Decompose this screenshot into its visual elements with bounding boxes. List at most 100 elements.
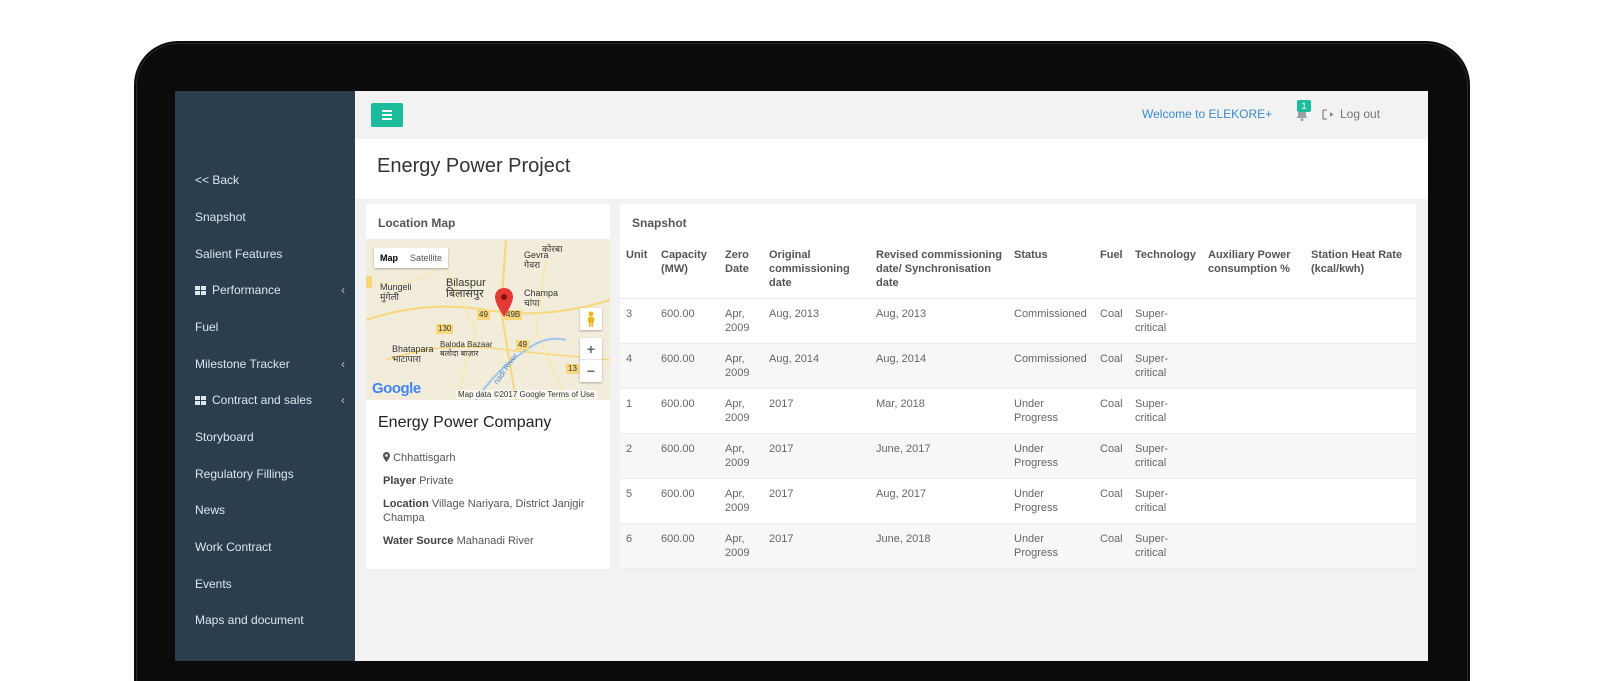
player-label: Player (383, 475, 417, 487)
sidebar-item-regulatory-fillings[interactable]: Regulatory Fillings (195, 467, 345, 481)
zoom-in-button[interactable]: + (580, 338, 602, 360)
table-cell: Aug, 2014 (870, 343, 1008, 389)
table-cell (1202, 433, 1305, 479)
zoom-out-button[interactable]: − (580, 360, 602, 382)
column-header: Status (1008, 240, 1094, 299)
table-cell: Super-critical (1129, 298, 1202, 344)
map-label-text: मुंगेली (380, 292, 399, 302)
company-name: Energy Power Company (378, 414, 552, 431)
table-cell: Coal (1094, 523, 1129, 569)
road-shield: 130 (436, 324, 454, 334)
table-cell: 4 (620, 343, 655, 389)
table-cell (1305, 433, 1416, 479)
sidebar: << Back Snapshot Salient Features Perfor… (175, 91, 355, 661)
welcome-link[interactable]: Welcome to ELEKORE+ (1142, 107, 1272, 121)
table-cell: Coal (1094, 433, 1129, 479)
dashboard-icon (195, 395, 206, 405)
table-cell (1305, 478, 1416, 524)
location-card-heading: Location Map (366, 204, 610, 240)
table-cell: 600.00 (655, 388, 719, 434)
hamburger-menu-button[interactable] (371, 103, 403, 127)
map-tab-map[interactable]: Map (374, 248, 404, 268)
table-cell: Coal (1094, 388, 1129, 434)
sidebar-item-maps-and-document[interactable]: Maps and document (195, 613, 345, 627)
map-marker-icon[interactable] (494, 288, 514, 318)
sidebar-item-performance[interactable]: Performance ‹ (195, 283, 345, 297)
map-label-text: Champa (524, 288, 559, 298)
table-row: 2 600.00 Apr, 2009 2017 June, 2017 Under… (620, 433, 1416, 479)
table-cell: Apr, 2009 (719, 388, 763, 434)
map-tab-satellite[interactable]: Satellite (404, 248, 448, 268)
location-map[interactable]: Gevra गेवरा कोरबा Mungeli मुंगेली Bilasp… (366, 240, 610, 400)
snapshot-card: Snapshot Unit Capacity (MW) Zero Date Or… (620, 204, 1416, 569)
table-cell: Apr, 2009 (719, 343, 763, 389)
table-cell: 6 (620, 523, 655, 569)
sidebar-item-snapshot[interactable]: Snapshot (195, 210, 345, 224)
sidebar-item-label: Snapshot (195, 210, 246, 224)
table-cell: Mar, 2018 (870, 388, 1008, 434)
sidebar-item-label: Salient Features (195, 247, 283, 261)
column-header: Zero Date (719, 240, 763, 299)
chevron-left-icon: ‹ (341, 283, 345, 297)
pegman-icon (588, 311, 594, 327)
sidebar-item-salient-features[interactable]: Salient Features (195, 247, 345, 261)
table-cell: Apr, 2009 (719, 478, 763, 524)
column-header: Fuel (1094, 240, 1129, 299)
water-source-value: Mahanadi River (456, 535, 534, 547)
table-cell: 600.00 (655, 478, 719, 524)
logout-button[interactable]: Log out (1322, 107, 1380, 121)
table-row: 4 600.00 Apr, 2009 Aug, 2014 Aug, 2014 C… (620, 343, 1416, 389)
sidebar-item-news[interactable]: News (195, 503, 345, 517)
logout-label: Log out (1340, 107, 1381, 121)
table-row: 6 600.00 Apr, 2009 2017 June, 2018 Under… (620, 523, 1416, 569)
map-marker-icon (383, 452, 390, 462)
sidebar-item-label: Work Contract (195, 540, 272, 554)
sidebar-item-work-contract[interactable]: Work Contract (195, 540, 345, 554)
table-cell: Aug, 2013 (763, 298, 870, 344)
sidebar-item-label: Performance (212, 283, 281, 297)
sidebar-item-label: Milestone Tracker (195, 357, 290, 371)
location-card: Location Map Gevra गेवरा कोरबा Mungeli म… (366, 204, 610, 569)
sidebar-item-milestone-tracker[interactable]: Milestone Tracker ‹ (195, 357, 345, 371)
road-shield: 49 (516, 340, 529, 350)
map-label-text: कोरबा (542, 244, 563, 254)
column-header: Capacity (MW) (655, 240, 719, 299)
table-cell (1305, 298, 1416, 344)
column-header: Station Heat Rate (kcal/kwh) (1305, 240, 1416, 299)
map-label-champa: Champa चांपा (524, 288, 558, 308)
street-view-button[interactable] (580, 308, 602, 330)
sidebar-item-fuel[interactable]: Fuel (195, 320, 345, 334)
table-cell: Super-critical (1129, 433, 1202, 479)
state-value: Chhattisgarh (393, 452, 456, 464)
map-label-mungeli: Mungeli मुंगेली (380, 282, 412, 302)
table-cell: June, 2017 (870, 433, 1008, 479)
table-cell (1202, 388, 1305, 434)
table-cell: Coal (1094, 478, 1129, 524)
map-label-text: बलोदा बाज़ार (440, 349, 479, 358)
map-attribution[interactable]: Map data ©2017 Google Terms of Use (456, 390, 597, 399)
sidebar-item-label: Storyboard (195, 430, 254, 444)
sidebar-item-label: Fuel (195, 320, 219, 334)
table-row: 5 600.00 Apr, 2009 2017 Aug, 2017 Under … (620, 478, 1416, 524)
player-info: Player Private (383, 474, 598, 488)
sidebar-item-label: << Back (195, 173, 240, 187)
map-label-bhatapara: Bhatapara भाटापारा (392, 344, 434, 364)
sidebar-item-label: Regulatory Fillings (195, 467, 294, 481)
map-label-baloda-bazaar: Baloda Bazaar बलोदा बाज़ार (440, 340, 492, 358)
sidebar-item-events[interactable]: Events (195, 577, 345, 591)
table-cell: Aug, 2014 (763, 343, 870, 389)
column-header: Auxiliary Power consumption % (1202, 240, 1305, 299)
table-cell: 2 (620, 433, 655, 479)
table-cell: 2017 (763, 388, 870, 434)
road-shield: 49 (477, 310, 490, 320)
water-source-label: Water Source (383, 535, 454, 547)
sidebar-item-storyboard[interactable]: Storyboard (195, 430, 345, 444)
map-type-tabs: Map Satellite (374, 248, 449, 268)
sidebar-item-back[interactable]: << Back (195, 173, 345, 187)
table-cell: June, 2018 (870, 523, 1008, 569)
chevron-left-icon: ‹ (341, 393, 345, 407)
sidebar-item-label: Maps and document (195, 613, 304, 627)
sidebar-item-contract-and-sales[interactable]: Contract and sales ‹ (195, 393, 345, 407)
table-cell (1202, 523, 1305, 569)
map-label-text: बिलासपुर (446, 288, 484, 300)
